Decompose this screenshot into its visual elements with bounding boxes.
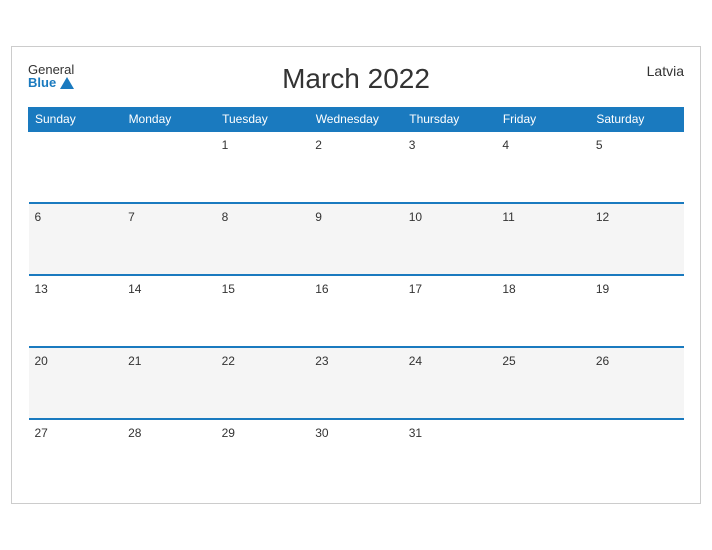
calendar-cell: 11 (496, 203, 590, 275)
calendar-week-row: 1 2 3 4 5 (29, 131, 684, 203)
header-thursday: Thursday (403, 108, 497, 132)
header-monday: Monday (122, 108, 216, 132)
header-saturday: Saturday (590, 108, 684, 132)
calendar-cell: 17 (403, 275, 497, 347)
day-number: 7 (128, 210, 135, 224)
header-friday: Friday (496, 108, 590, 132)
calendar-header: General Blue March 2022 Latvia (28, 63, 684, 95)
day-number: 6 (35, 210, 42, 224)
calendar-cell: 16 (309, 275, 403, 347)
calendar-cell: 12 (590, 203, 684, 275)
calendar-title: March 2022 (282, 63, 430, 95)
day-number: 15 (222, 282, 235, 296)
day-number: 18 (502, 282, 515, 296)
day-number: 13 (35, 282, 48, 296)
logo: General Blue (28, 63, 74, 89)
day-number: 23 (315, 354, 328, 368)
calendar-cell: 2 (309, 131, 403, 203)
day-number: 16 (315, 282, 328, 296)
logo-blue-text: Blue (28, 76, 74, 89)
calendar-cell (590, 419, 684, 491)
day-number: 29 (222, 426, 235, 440)
calendar-cell: 7 (122, 203, 216, 275)
calendar-cell: 25 (496, 347, 590, 419)
calendar-cell: 20 (29, 347, 123, 419)
day-number: 21 (128, 354, 141, 368)
day-number: 22 (222, 354, 235, 368)
calendar-container: General Blue March 2022 Latvia Sunday Mo… (11, 46, 701, 504)
calendar-cell: 8 (216, 203, 310, 275)
calendar-cell: 4 (496, 131, 590, 203)
logo-triangle-icon (60, 77, 74, 89)
header-wednesday: Wednesday (309, 108, 403, 132)
day-number: 26 (596, 354, 609, 368)
day-number: 5 (596, 138, 603, 152)
day-number: 28 (128, 426, 141, 440)
calendar-week-row: 13 14 15 16 17 18 19 (29, 275, 684, 347)
calendar-cell: 28 (122, 419, 216, 491)
calendar-week-row: 27 28 29 30 31 (29, 419, 684, 491)
calendar-cell: 31 (403, 419, 497, 491)
weekday-header-row: Sunday Monday Tuesday Wednesday Thursday… (29, 108, 684, 132)
day-number: 24 (409, 354, 422, 368)
day-number: 12 (596, 210, 609, 224)
calendar-week-row: 20 21 22 23 24 25 26 (29, 347, 684, 419)
calendar-cell: 3 (403, 131, 497, 203)
day-number: 1 (222, 138, 229, 152)
calendar-week-row: 6 7 8 9 10 11 12 (29, 203, 684, 275)
day-number: 8 (222, 210, 229, 224)
day-number: 2 (315, 138, 322, 152)
calendar-cell: 30 (309, 419, 403, 491)
day-number: 20 (35, 354, 48, 368)
day-number: 19 (596, 282, 609, 296)
calendar-cell (496, 419, 590, 491)
calendar-cell: 23 (309, 347, 403, 419)
header-tuesday: Tuesday (216, 108, 310, 132)
calendar-cell: 27 (29, 419, 123, 491)
calendar-cell: 21 (122, 347, 216, 419)
day-number: 3 (409, 138, 416, 152)
calendar-cell: 22 (216, 347, 310, 419)
calendar-grid: Sunday Monday Tuesday Wednesday Thursday… (28, 107, 684, 491)
calendar-cell: 19 (590, 275, 684, 347)
calendar-cell: 14 (122, 275, 216, 347)
header-sunday: Sunday (29, 108, 123, 132)
calendar-cell: 13 (29, 275, 123, 347)
day-number: 25 (502, 354, 515, 368)
calendar-cell (122, 131, 216, 203)
day-number: 31 (409, 426, 422, 440)
calendar-cell (29, 131, 123, 203)
calendar-cell: 1 (216, 131, 310, 203)
calendar-cell: 9 (309, 203, 403, 275)
day-number: 9 (315, 210, 322, 224)
country-label: Latvia (647, 63, 684, 79)
day-number: 30 (315, 426, 328, 440)
calendar-cell: 5 (590, 131, 684, 203)
day-number: 10 (409, 210, 422, 224)
day-number: 27 (35, 426, 48, 440)
day-number: 4 (502, 138, 509, 152)
calendar-cell: 26 (590, 347, 684, 419)
day-number: 14 (128, 282, 141, 296)
calendar-cell: 15 (216, 275, 310, 347)
calendar-cell: 18 (496, 275, 590, 347)
day-number: 17 (409, 282, 422, 296)
calendar-cell: 10 (403, 203, 497, 275)
calendar-cell: 29 (216, 419, 310, 491)
day-number: 11 (502, 210, 514, 224)
calendar-cell: 24 (403, 347, 497, 419)
calendar-cell: 6 (29, 203, 123, 275)
